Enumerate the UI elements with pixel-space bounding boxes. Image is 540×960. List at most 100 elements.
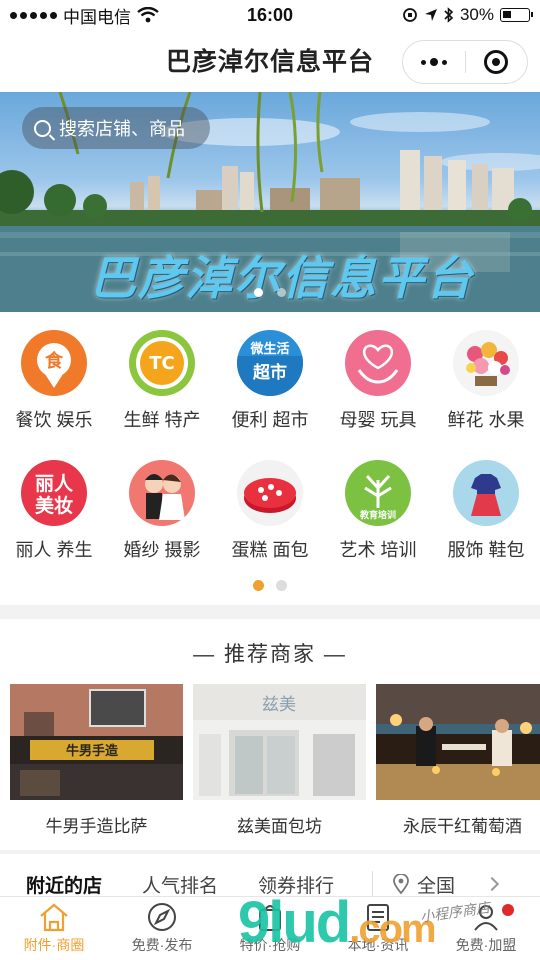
signal-icon <box>10 11 57 19</box>
category-label: 母婴 玩具 <box>339 410 417 430</box>
bluetooth-icon <box>444 7 454 23</box>
carrier-label: 中国电信 <box>63 7 131 27</box>
category-label: 婚纱 摄影 <box>123 540 201 560</box>
close-miniprogram-button[interactable] <box>466 41 528 83</box>
search-bar[interactable]: 搜索店铺、商品 <box>22 107 210 149</box>
category-label: 便利 超市 <box>231 410 309 430</box>
battery-icon <box>500 8 533 22</box>
more-dots-icon <box>420 58 447 66</box>
svg-text:微生活: 微生活 <box>249 341 289 357</box>
category-page-dot[interactable] <box>276 580 287 591</box>
shop-photo <box>376 684 540 800</box>
banner-indicator <box>0 288 540 297</box>
home-icon <box>40 903 68 932</box>
category-label: 服饰 鞋包 <box>447 540 525 560</box>
tabbar-label: 免费·加盟 <box>455 937 517 953</box>
tabbar-item-deals[interactable]: 特价·抢购 <box>216 897 324 960</box>
category-item-specialty[interactable]: TC 生鲜 特产 <box>108 330 216 432</box>
chevron-right-icon <box>484 876 500 892</box>
location-pin-icon <box>393 874 409 894</box>
shop-name: 永辰干红葡萄酒 <box>403 817 522 836</box>
maternity-icon <box>345 330 411 396</box>
shop-card[interactable]: 兹美 兹美面包坊 <box>193 684 366 837</box>
category-grid: 食 餐饮 娱乐 TC 生鲜 特产 微生活超市 便利 超市 母婴 玩具 鲜花 水果… <box>0 330 540 562</box>
svg-text:食: 食 <box>44 350 64 372</box>
user-icon <box>474 905 498 931</box>
category-label: 丽人 养生 <box>15 540 93 560</box>
tabbar-label: 特价·抢购 <box>239 937 301 953</box>
category-label: 蛋糕 面包 <box>231 540 309 560</box>
category-item-cake[interactable]: 蛋糕 面包 <box>216 460 324 562</box>
tabbar-item-home[interactable]: 附件·商圈 <box>0 897 108 960</box>
tabbar-label: 附件·商圈 <box>23 937 85 953</box>
banner-caption: 巴彦淖尔信息平台 <box>90 252 474 304</box>
category-page-dot-active[interactable] <box>253 580 264 591</box>
shop-name: 兹美面包坊 <box>237 817 322 836</box>
compass-icon <box>148 903 176 931</box>
section-divider <box>0 850 540 854</box>
svg-text:TC: TC <box>149 353 175 374</box>
banner-dot[interactable] <box>277 288 286 297</box>
specialty-icon: TC <box>129 330 195 396</box>
nav-bar: 巴彦淖尔信息平台 <box>0 30 540 90</box>
news-icon <box>367 904 389 931</box>
bag-icon <box>259 905 281 931</box>
target-icon <box>484 50 509 74</box>
clothing-icon <box>453 460 519 526</box>
search-placeholder: 搜索店铺、商品 <box>59 119 185 139</box>
tabbar-item-join[interactable]: 免费·加盟 <box>432 897 540 960</box>
shop-card[interactable]: 永辰干红葡萄酒 <box>376 684 540 837</box>
region-label: 全国 <box>417 875 456 897</box>
supermarket-icon: 微生活 超市 <box>237 330 303 396</box>
recommend-list: 牛男手造 牛男手造比萨 兹美 兹美面包坊 永辰干红葡萄酒 <box>10 684 540 837</box>
recommend-section-title: — 推荐商家 — <box>193 643 347 666</box>
category-label: 鲜花 水果 <box>447 410 525 430</box>
tab-popular[interactable]: 人气排名 <box>142 871 218 898</box>
shop-photo: 兹美 <box>193 684 366 800</box>
shop-photo: 牛男手造 <box>10 684 183 800</box>
category-label: 餐饮 娱乐 <box>15 410 93 430</box>
shop-sign: 兹美 <box>262 695 296 715</box>
category-item-maternity[interactable]: 母婴 玩具 <box>324 330 432 432</box>
shop-name: 牛男手造比萨 <box>45 817 148 836</box>
svg-text:丽人: 丽人 <box>35 473 74 495</box>
category-item-beauty[interactable]: 丽人 美妆 丽人 养生 <box>0 460 108 562</box>
category-page-indicator <box>0 580 540 591</box>
search-icon <box>34 119 51 137</box>
cake-icon <box>237 460 303 526</box>
category-item-wedding[interactable]: 婚纱 摄影 <box>108 460 216 562</box>
wifi-icon <box>137 7 159 23</box>
tab-coupons[interactable]: 领券排行 <box>258 871 334 898</box>
training-icon: 教育培训 <box>345 460 411 526</box>
category-item-food[interactable]: 食 餐饮 娱乐 <box>0 330 108 432</box>
miniprogram-capsule <box>402 40 528 84</box>
banner-dot-active[interactable] <box>254 288 263 297</box>
food-icon: 食 <box>21 330 87 396</box>
shop-card[interactable]: 牛男手造 牛男手造比萨 <box>10 684 183 837</box>
rotation-lock-icon <box>403 8 417 22</box>
category-item-supermarket[interactable]: 微生活超市 便利 超市 <box>216 330 324 432</box>
svg-text:美妆: 美妆 <box>35 494 73 517</box>
tabbar-item-news[interactable]: 本地·资讯 <box>324 897 432 960</box>
status-bar: 中国电信 16:00 30% <box>0 0 540 30</box>
region-selector[interactable]: 全国 <box>393 871 500 898</box>
beauty-icon: 丽人 美妆 <box>21 460 87 526</box>
category-item-clothing[interactable]: 服饰 鞋包 <box>432 460 540 562</box>
tabbar-label: 本地·资讯 <box>347 937 409 953</box>
category-label: 生鲜 特产 <box>123 410 201 430</box>
banner-carousel[interactable]: 搜索店铺、商品 巴彦淖尔信息平台 <box>0 92 540 312</box>
svg-text:教育培训: 教育培训 <box>359 509 396 521</box>
battery-percent: 30% <box>459 5 494 24</box>
tabbar-item-publish[interactable]: 免费·发布 <box>108 897 216 960</box>
more-button[interactable] <box>403 41 465 83</box>
flower-icon <box>453 330 519 396</box>
category-label: 艺术 培训 <box>339 540 417 560</box>
tab-nearby[interactable]: 附近的店 <box>26 871 102 898</box>
page-title: 巴彦淖尔信息平台 <box>165 48 374 76</box>
svg-text:超市: 超市 <box>253 362 287 383</box>
bottom-tab-bar: 附件·商圈 免费·发布 特价·抢购 本地·资讯 免费·加盟 <box>0 896 540 960</box>
category-item-training[interactable]: 教育培训 艺术 培训 <box>324 460 432 562</box>
section-divider <box>0 605 540 619</box>
category-item-flowers[interactable]: 鲜花 水果 <box>432 330 540 432</box>
shop-sign: 牛男手造 <box>66 743 119 759</box>
